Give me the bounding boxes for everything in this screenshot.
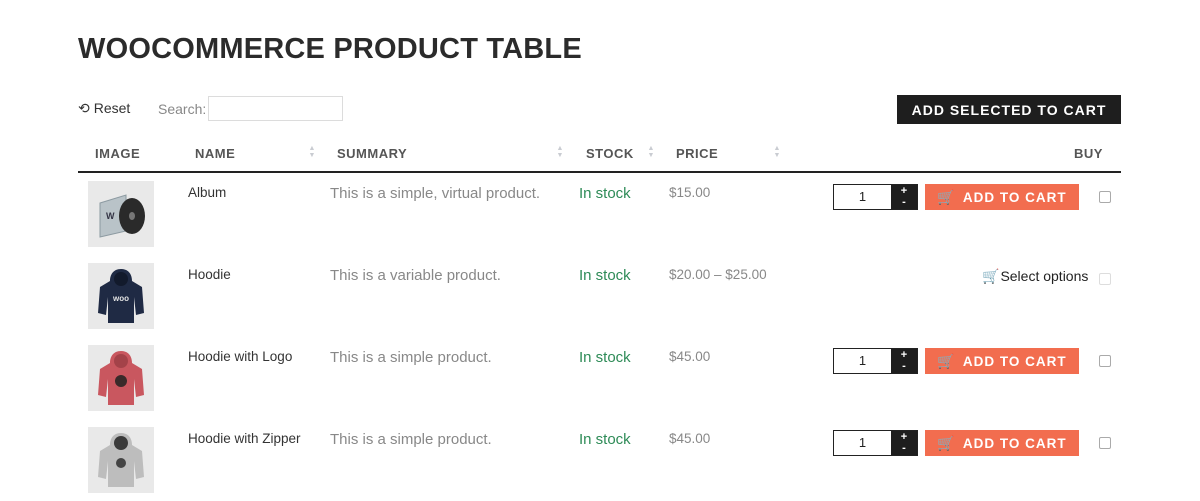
- product-price: $45.00: [669, 349, 711, 364]
- table-row: W Album This is a simple, virtual produc…: [78, 173, 1121, 255]
- table-row: woo Hoodie This is a variable product. I…: [78, 255, 1121, 337]
- table-row: Hoodie with Zipper This is a simple prod…: [78, 419, 1121, 501]
- header-buy: BUY: [1074, 146, 1103, 161]
- sort-arrows-icon[interactable]: ▲ ▼: [647, 145, 655, 161]
- svg-text:W: W: [106, 211, 115, 221]
- add-selected-to-cart-button[interactable]: ADD SELECTED TO CART: [897, 95, 1121, 124]
- header-image: IMAGE: [95, 146, 141, 161]
- product-price: $15.00: [669, 185, 711, 200]
- album-cd-image[interactable]: W: [88, 181, 154, 247]
- cart-icon: 🛒: [937, 189, 956, 205]
- product-name[interactable]: Hoodie with Logo: [188, 349, 292, 364]
- cart-icon: 🛒: [982, 268, 1000, 284]
- minus-icon[interactable]: -: [902, 361, 906, 372]
- table-header: IMAGE NAME ▲ ▼ SUMMARY ▲ ▼ STOCK ▲ ▼ PRICE …: [78, 134, 1121, 173]
- product-name[interactable]: Hoodie with Zipper: [188, 431, 301, 446]
- quantity-stepper[interactable]: 1 + -: [833, 430, 918, 456]
- quantity-controls: + -: [891, 349, 917, 373]
- page-title: WOOCOMMERCE PRODUCT TABLE: [78, 33, 582, 65]
- quantity-stepper[interactable]: 1 + -: [833, 348, 918, 374]
- search-input[interactable]: [208, 96, 343, 121]
- quantity-stepper[interactable]: 1 + -: [833, 184, 918, 210]
- buy-checkbox[interactable]: [1099, 355, 1111, 367]
- table-row: Hoodie with Logo This is a simple produc…: [78, 337, 1121, 419]
- stock-status: In stock: [579, 431, 631, 448]
- product-price: $20.00 – $25.00: [669, 267, 767, 282]
- quantity-controls: + -: [891, 431, 917, 455]
- product-summary: This is a simple, virtual product.: [330, 185, 541, 202]
- add-to-cart-label: ADD TO CART: [962, 353, 1067, 369]
- select-options-label: Select options: [1000, 268, 1089, 284]
- product-summary: This is a simple product.: [330, 431, 492, 448]
- cart-icon: 🛒: [937, 435, 956, 451]
- add-to-cart-label: ADD TO CART: [962, 435, 1067, 451]
- product-summary: This is a simple product.: [330, 349, 492, 366]
- stock-status: In stock: [579, 267, 631, 284]
- sort-arrows-icon[interactable]: ▲ ▼: [556, 145, 564, 161]
- search-label: Search:: [158, 101, 207, 117]
- add-to-cart-button[interactable]: 🛒 ADD TO CART: [925, 184, 1079, 210]
- reset-label: Reset: [93, 100, 131, 116]
- header-price[interactable]: PRICE: [676, 146, 718, 161]
- hoodie-logo-red-image[interactable]: [88, 345, 154, 411]
- header-name[interactable]: NAME: [195, 146, 235, 161]
- hoodie-zipper-grey-image[interactable]: [88, 427, 154, 493]
- sort-arrows-icon[interactable]: ▲ ▼: [773, 145, 781, 161]
- hoodie-navy-image[interactable]: woo: [88, 263, 154, 329]
- buy-checkbox[interactable]: [1099, 191, 1111, 203]
- cart-icon: 🛒: [937, 353, 956, 369]
- reset-icon: ⟲: [78, 100, 90, 116]
- product-name[interactable]: Album: [188, 185, 226, 200]
- header-stock[interactable]: STOCK: [586, 146, 634, 161]
- sort-arrows-icon[interactable]: ▲ ▼: [308, 145, 316, 161]
- stock-status: In stock: [579, 349, 631, 366]
- buy-checkbox[interactable]: [1099, 437, 1111, 449]
- quantity-value[interactable]: 1: [834, 349, 891, 373]
- product-price: $45.00: [669, 431, 711, 446]
- add-to-cart-label: ADD TO CART: [962, 189, 1067, 205]
- quantity-value[interactable]: 1: [834, 185, 891, 209]
- header-summary[interactable]: SUMMARY: [337, 146, 407, 161]
- add-to-cart-button[interactable]: 🛒 ADD TO CART: [925, 348, 1079, 374]
- quantity-controls: + -: [891, 185, 917, 209]
- reset-button[interactable]: ⟲ Reset: [78, 100, 130, 116]
- svg-text:woo: woo: [112, 294, 129, 303]
- product-summary: This is a variable product.: [330, 267, 501, 284]
- buy-checkbox: [1099, 273, 1111, 285]
- select-options-link[interactable]: 🛒 Select options: [982, 268, 1088, 284]
- add-to-cart-button[interactable]: 🛒 ADD TO CART: [925, 430, 1079, 456]
- minus-icon[interactable]: -: [902, 443, 906, 454]
- stock-status: In stock: [579, 185, 631, 202]
- product-name[interactable]: Hoodie: [188, 267, 231, 282]
- minus-icon[interactable]: -: [902, 197, 906, 208]
- quantity-value[interactable]: 1: [834, 431, 891, 455]
